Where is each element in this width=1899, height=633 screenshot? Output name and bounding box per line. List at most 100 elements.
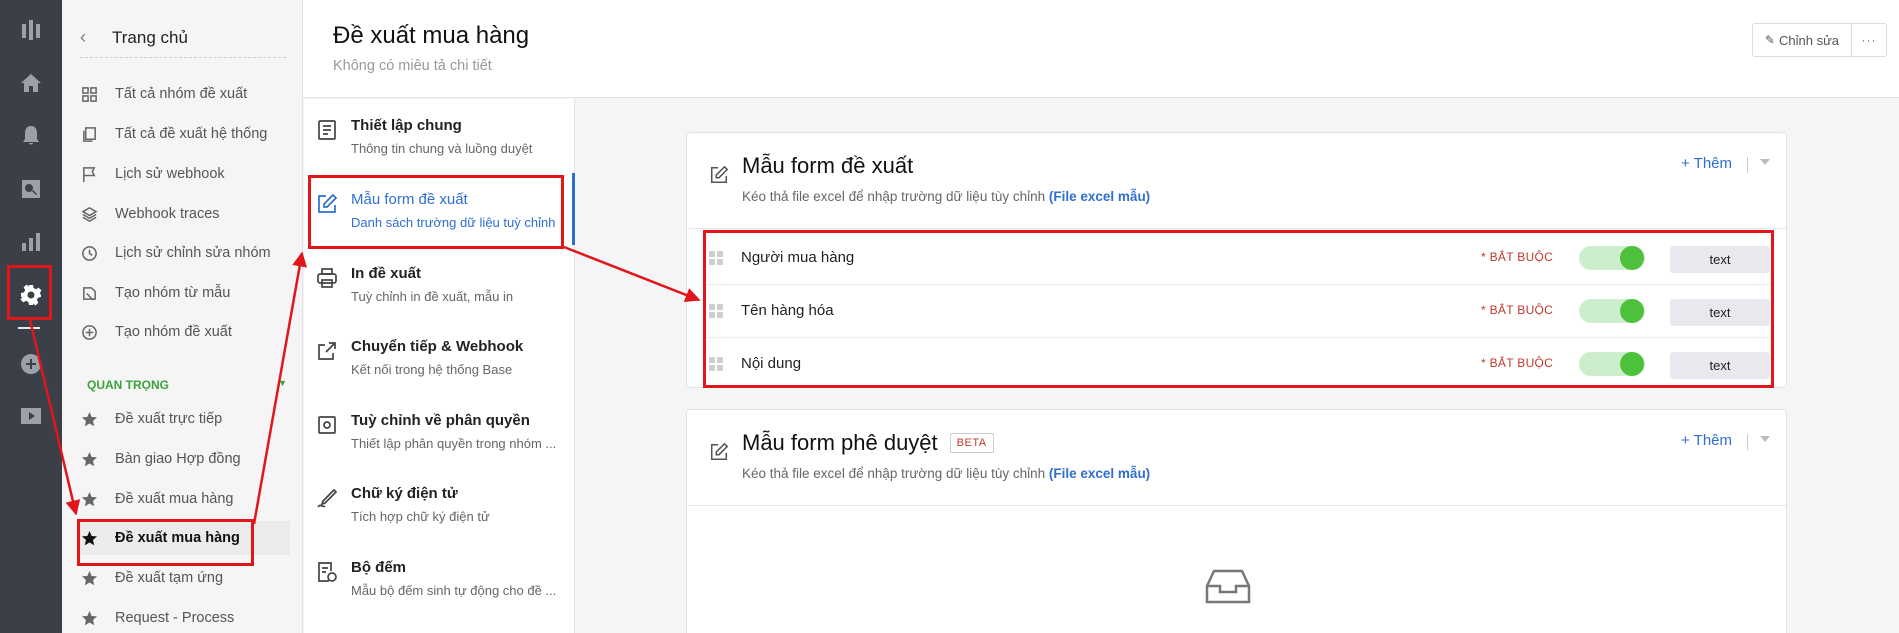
section-label: QUAN TRỌNG bbox=[87, 378, 169, 392]
sidebar-item-webhook-history[interactable]: Lịch sử webhook bbox=[80, 157, 290, 191]
page-header: Đề xuất mua hàng Không có miêu tả chi ti… bbox=[303, 0, 1899, 98]
bell-icon[interactable] bbox=[17, 122, 45, 150]
approval-form-card: Mẫu form phê duyệt BETA Kéo thả file exc… bbox=[686, 409, 1787, 633]
settings-nav-general[interactable]: Thiết lập chung Thông tin chung và luồng… bbox=[304, 99, 575, 171]
settings-nav-desc: Kết nối trong hệ thống Base bbox=[351, 362, 513, 377]
card-title-text: Mẫu form phê duyệt bbox=[742, 430, 938, 455]
settings-nav-permissions[interactable]: Tuỳ chỉnh về phân quyền Thiết lập phân q… bbox=[304, 394, 575, 466]
sidebar-starred-item[interactable]: Bàn giao Hợp đồng bbox=[80, 442, 290, 476]
star-icon bbox=[80, 609, 98, 627]
sidebar-item-webhook-traces[interactable]: Webhook traces bbox=[80, 197, 290, 231]
sidebar-item-all-groups[interactable]: Tất cả nhóm đề xuất bbox=[80, 77, 290, 111]
annotation-box-settings-nav bbox=[308, 175, 564, 249]
logo-icon[interactable] bbox=[17, 16, 45, 44]
sidebar-item-label: Lịch sử webhook bbox=[115, 166, 225, 182]
settings-nav-desc: Thiết lập phân quyền trong nhóm ... bbox=[351, 436, 557, 451]
sidebar-item-create-group[interactable]: Tạo nhóm đề xuất bbox=[80, 315, 290, 349]
chevron-down-icon[interactable] bbox=[1760, 159, 1770, 165]
add-field-button[interactable]: + Thêm bbox=[1681, 432, 1732, 449]
share-icon bbox=[316, 340, 340, 364]
settings-nav-desc: Tuỳ chỉnh in đề xuất, mẫu in bbox=[351, 289, 514, 304]
copy-icon bbox=[80, 125, 98, 143]
sidebar-item-label: Bàn giao Hợp đồng bbox=[115, 451, 241, 467]
plus-circle-icon bbox=[80, 323, 98, 341]
sidebar-item-label: Tạo nhóm từ mẫu bbox=[115, 285, 231, 301]
sample-excel-link[interactable]: (File excel mẫu) bbox=[1049, 466, 1150, 481]
home-icon[interactable] bbox=[17, 69, 45, 97]
sidebar-item-label: Lịch sử chỉnh sửa nhóm bbox=[115, 245, 271, 261]
sidebar-header[interactable]: ‹ Trang chủ bbox=[80, 18, 286, 58]
settings-nav-title: Chữ ký điện tử bbox=[351, 485, 458, 502]
sidebar-starred-item[interactable]: Đề xuất mua hàng bbox=[80, 482, 290, 516]
sidebar-item-edit-history[interactable]: Lịch sử chỉnh sửa nhóm bbox=[80, 236, 290, 270]
play-icon[interactable] bbox=[17, 402, 45, 430]
settings-nav-desc: Mẫu bộ đếm sinh tự động cho đề ... bbox=[351, 583, 557, 598]
search-icon[interactable] bbox=[17, 175, 45, 203]
counter-icon bbox=[316, 561, 340, 585]
signature-icon bbox=[316, 487, 340, 511]
sidebar-item-label: Đề xuất tạm ứng bbox=[115, 570, 224, 586]
sidebar-item-all-requests[interactable]: Tất cả đề xuất hệ thống bbox=[80, 117, 290, 151]
sidebar-item-label: Tạo nhóm đề xuất bbox=[115, 324, 232, 340]
section-important[interactable]: QUAN TRỌNG ▼ bbox=[87, 378, 287, 392]
sidebar-item-create-from-template[interactable]: Tạo nhóm từ mẫu bbox=[80, 276, 290, 310]
sidebar-item-label: Tất cả đề xuất hệ thống bbox=[115, 126, 268, 142]
divider bbox=[1747, 434, 1748, 450]
star-icon bbox=[80, 569, 98, 587]
inbox-icon bbox=[1203, 566, 1253, 606]
settings-nav-forward-webhook[interactable]: Chuyển tiếp & Webhook Kết nối trong hệ t… bbox=[304, 320, 575, 392]
edit-icon bbox=[709, 165, 731, 187]
permission-icon bbox=[316, 414, 340, 438]
more-button[interactable]: ··· bbox=[1852, 24, 1886, 56]
settings-nav-title: Bộ đếm bbox=[351, 559, 407, 576]
chevron-down-icon[interactable]: ▼ bbox=[278, 378, 287, 392]
printer-icon bbox=[316, 267, 340, 291]
card-subtitle: Kéo thả file excel để nhập trường dữ liệ… bbox=[742, 466, 1150, 481]
header-actions: ✎ Chỉnh sửa ··· bbox=[1751, 23, 1887, 57]
settings-nav-title: Tuỳ chỉnh về phân quyền bbox=[351, 412, 530, 429]
chevron-left-icon[interactable]: ‹ bbox=[80, 27, 102, 48]
sidebar-item-label: Tất cả nhóm đề xuất bbox=[115, 86, 248, 102]
settings-nav-print[interactable]: In đề xuất Tuỳ chỉnh in đề xuất, mẫu in bbox=[304, 247, 575, 319]
sidebar-item-label: Đề xuất trực tiếp bbox=[115, 411, 223, 427]
star-icon bbox=[80, 450, 98, 468]
settings-nav-e-signature[interactable]: Chữ ký điện tử Tích hợp chữ ký điện tử bbox=[304, 467, 575, 539]
sidebar-item-label: Đề xuất mua hàng bbox=[115, 491, 234, 507]
grid-icon bbox=[80, 85, 98, 103]
sidebar-starred-item[interactable]: Đề xuất tạm ứng bbox=[80, 561, 290, 595]
rail-divider bbox=[18, 327, 40, 329]
edit-button[interactable]: ✎ Chỉnh sửa bbox=[1753, 24, 1852, 56]
document-icon bbox=[316, 119, 340, 143]
sample-excel-link[interactable]: (File excel mẫu) bbox=[1049, 189, 1150, 204]
sidebar-starred-item[interactable]: Request - Process bbox=[80, 601, 290, 633]
star-icon bbox=[80, 410, 98, 428]
card-subtitle: Kéo thả file excel để nhập trường dữ liệ… bbox=[742, 189, 1150, 204]
card-header: Mẫu form đề xuất Kéo thả file excel để n… bbox=[687, 133, 1786, 229]
divider bbox=[1747, 157, 1748, 173]
annotation-box-fields bbox=[703, 230, 1774, 388]
template-icon bbox=[80, 284, 98, 302]
sidebar-starred-item[interactable]: Đề xuất trực tiếp bbox=[80, 402, 290, 436]
star-icon bbox=[80, 490, 98, 508]
pencil-icon: ✎ bbox=[1764, 33, 1775, 47]
sidebar-item-label: Webhook traces bbox=[115, 206, 220, 222]
add-field-button[interactable]: + Thêm bbox=[1681, 155, 1732, 172]
plus-icon[interactable] bbox=[17, 350, 45, 378]
page-subtitle: Không có miêu tả chi tiết bbox=[333, 58, 492, 74]
page-title: Đề xuất mua hàng bbox=[333, 22, 530, 49]
settings-nav-title: Thiết lập chung bbox=[351, 117, 462, 134]
settings-nav-desc: Thông tin chung và luồng duyệt bbox=[351, 141, 533, 156]
settings-nav-counter[interactable]: Bộ đếm Mẫu bộ đếm sinh tự động cho đề ..… bbox=[304, 541, 575, 613]
flag-icon bbox=[80, 165, 98, 183]
card-header: Mẫu form phê duyệt BETA Kéo thả file exc… bbox=[687, 410, 1786, 506]
clock-icon bbox=[80, 244, 98, 262]
card-title: Mẫu form phê duyệt BETA bbox=[742, 430, 994, 456]
annotation-box-settings bbox=[7, 265, 52, 320]
chevron-down-icon[interactable] bbox=[1760, 436, 1770, 442]
settings-nav-desc: Tích hợp chữ ký điện tử bbox=[351, 509, 490, 524]
card-title: Mẫu form đề xuất bbox=[742, 153, 913, 179]
chart-icon[interactable] bbox=[17, 228, 45, 256]
card-subtitle-text: Kéo thả file excel để nhập trường dữ liệ… bbox=[742, 189, 1046, 204]
settings-nav-title: Chuyển tiếp & Webhook bbox=[351, 338, 524, 355]
sidebar-title: Trang chủ bbox=[112, 27, 188, 47]
